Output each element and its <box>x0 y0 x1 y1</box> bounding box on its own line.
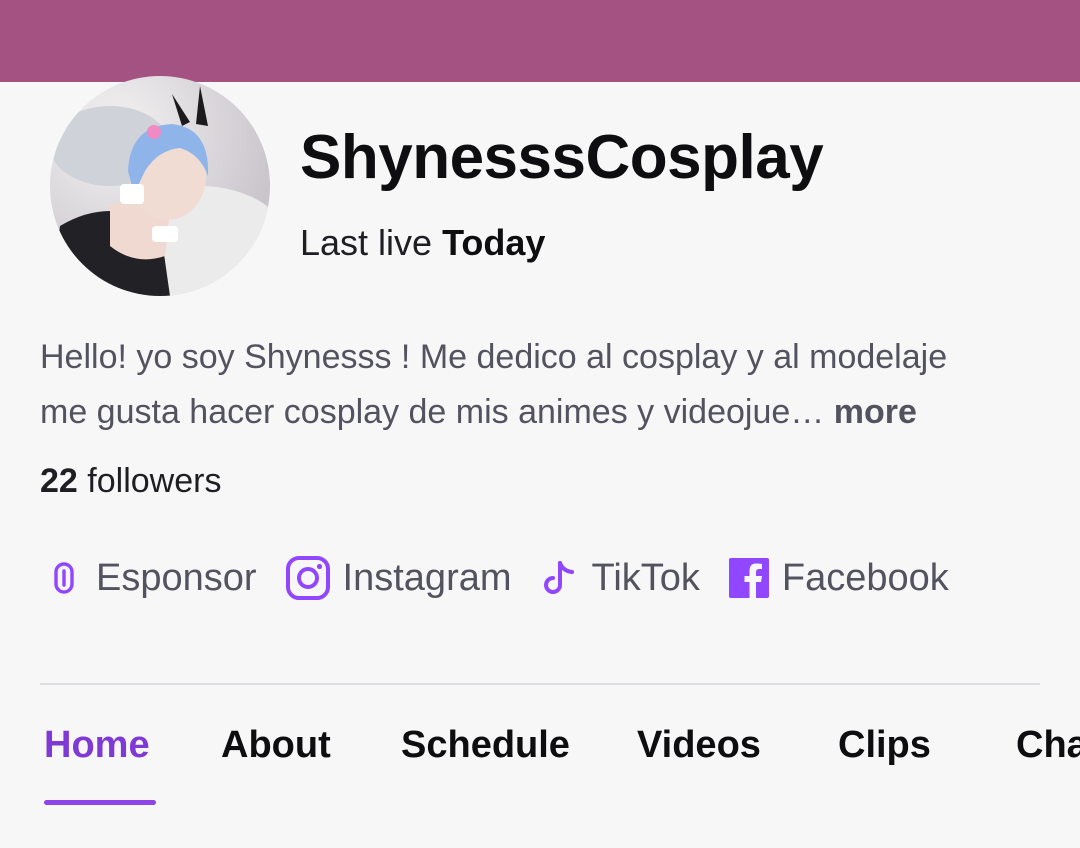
channel-tabs: Home About Schedule Videos Clips Cha <box>0 724 1080 784</box>
tab-chat[interactable]: Cha <box>1016 724 1080 767</box>
social-link-facebook[interactable]: Facebook <box>728 557 949 600</box>
section-divider <box>40 683 1040 685</box>
tiktok-icon <box>540 558 580 598</box>
last-live-prefix: Last live <box>300 222 433 263</box>
tab-clips[interactable]: Clips <box>838 724 931 767</box>
avatar[interactable] <box>50 76 270 296</box>
bio-line-2: me gusta hacer cosplay de mis animes y v… <box>40 385 1050 440</box>
social-link-tiktok[interactable]: TikTok <box>540 557 700 600</box>
channel-bio: Hello! yo soy Shynesss ! Me dedico al co… <box>40 330 1050 440</box>
followers-number: 22 <box>40 462 78 500</box>
social-label: Esponsor <box>96 556 257 599</box>
social-label: TikTok <box>591 556 700 599</box>
followers-count: 22 followers <box>40 462 221 501</box>
followers-label: followers <box>87 462 222 500</box>
social-label: Instagram <box>342 556 512 599</box>
tab-home[interactable]: Home <box>44 724 150 767</box>
social-links: Esponsor Instagram TikTok Facebook <box>44 548 977 608</box>
instagram-icon <box>285 555 331 601</box>
tab-schedule[interactable]: Schedule <box>401 724 570 767</box>
tab-about[interactable]: About <box>221 724 331 767</box>
social-link-esponsor[interactable]: Esponsor <box>44 557 257 600</box>
bio-line-1: Hello! yo soy Shynesss ! Me dedico al co… <box>40 338 948 376</box>
social-link-instagram[interactable]: Instagram <box>285 555 512 601</box>
avatar-image <box>50 86 270 296</box>
last-live-status: Last live Today <box>300 222 545 264</box>
link-icon <box>44 558 84 598</box>
social-label: Facebook <box>781 556 949 599</box>
tab-videos[interactable]: Videos <box>637 724 761 767</box>
active-tab-indicator <box>44 800 156 805</box>
last-live-value: Today <box>442 222 546 263</box>
facebook-icon <box>728 557 770 599</box>
profile-banner <box>0 0 1080 82</box>
channel-name: ShynesssCosplay <box>300 123 824 192</box>
bio-more-link[interactable]: more <box>834 393 917 431</box>
bio-text-truncated: me gusta hacer cosplay de mis animes y v… <box>40 393 825 431</box>
